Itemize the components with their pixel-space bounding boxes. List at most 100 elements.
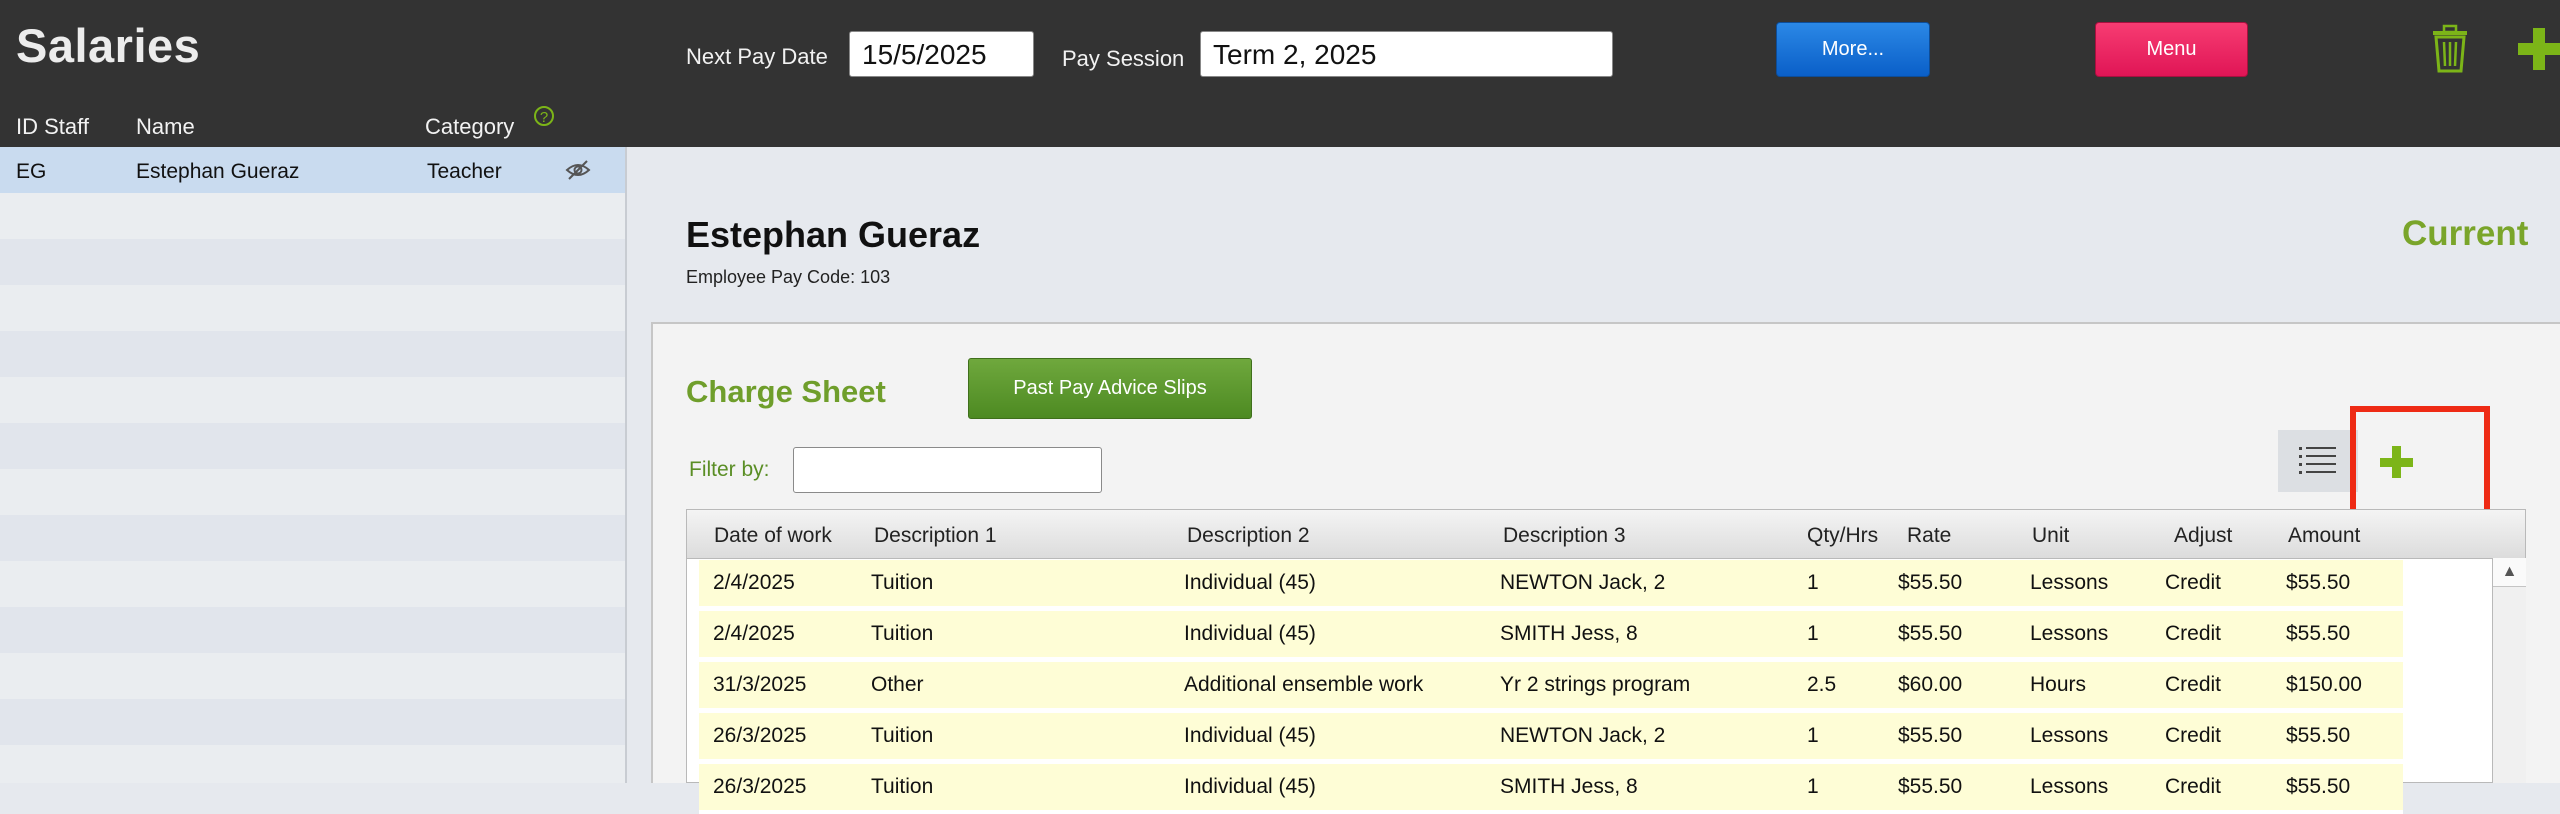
staff-name: Estephan Gueraz xyxy=(136,160,300,183)
cell-date: 26/3/2025 xyxy=(713,775,807,798)
column-header-rate[interactable]: Rate xyxy=(1907,524,1951,548)
empty-row xyxy=(0,193,625,239)
cell-adjust: Credit xyxy=(2165,673,2222,696)
next-pay-date-label: Next Pay Date xyxy=(686,44,828,69)
cell-rate: $55.50 xyxy=(1898,724,1963,747)
empty-row xyxy=(0,331,625,377)
column-header-category[interactable]: Category xyxy=(425,114,514,140)
cell-unit: Lessons xyxy=(2030,775,2109,798)
cell-date: 2/4/2025 xyxy=(713,622,795,645)
cell-qty: 1 xyxy=(1807,775,1819,798)
cell-description-2: Additional ensemble work xyxy=(1184,673,1424,696)
table-row[interactable]: 2/4/2025 Tuition Individual (45) SMITH J… xyxy=(699,611,2403,661)
cell-description-3: SMITH Jess, 8 xyxy=(1500,622,1638,645)
question-icon[interactable]: ? xyxy=(534,106,554,126)
cell-adjust: Credit xyxy=(2165,622,2222,645)
cell-description-3: SMITH Jess, 8 xyxy=(1500,775,1638,798)
cell-adjust: Credit xyxy=(2165,724,2222,747)
cell-unit: Lessons xyxy=(2030,571,2109,594)
more-button[interactable]: More... xyxy=(1776,22,1930,77)
column-header-description-3[interactable]: Description 3 xyxy=(1503,524,1626,548)
cell-qty: 2.5 xyxy=(1807,673,1837,696)
cell-unit: Lessons xyxy=(2030,622,2109,645)
column-header-unit[interactable]: Unit xyxy=(2032,524,2069,548)
cell-rate: $60.00 xyxy=(1898,673,1963,696)
column-header-name[interactable]: Name xyxy=(136,114,195,140)
empty-row xyxy=(0,745,625,791)
employee-pay-code: Employee Pay Code: 103 xyxy=(686,267,891,287)
column-header-date[interactable]: Date of work xyxy=(714,524,832,548)
scroll-up-arrow-icon[interactable]: ▲ xyxy=(2493,558,2526,587)
highlight-box xyxy=(2350,406,2490,516)
cell-description-2: Individual (45) xyxy=(1184,571,1316,594)
cell-amount: $55.50 xyxy=(2286,622,2351,645)
cell-description-3: Yr 2 strings program xyxy=(1500,673,1691,696)
cell-description-1: Tuition xyxy=(871,775,934,798)
employee-status: Current xyxy=(2402,214,2529,253)
empty-row xyxy=(0,699,625,745)
staff-id: EG xyxy=(16,160,47,183)
list-icon xyxy=(2299,447,2336,474)
column-header-qty[interactable]: Qty/Hrs xyxy=(1807,524,1878,548)
employee-name: Estephan Gueraz xyxy=(686,214,981,255)
cell-description-1: Tuition xyxy=(871,571,934,594)
cell-amount: $150.00 xyxy=(2286,673,2362,696)
column-header-adjust[interactable]: Adjust xyxy=(2174,524,2232,548)
menu-button[interactable]: Menu xyxy=(2095,22,2248,77)
cell-qty: 1 xyxy=(1807,724,1819,747)
table-row[interactable]: 2/4/2025 Tuition Individual (45) NEWTON … xyxy=(699,560,2403,610)
empty-row xyxy=(0,239,625,285)
cell-date: 26/3/2025 xyxy=(713,724,807,747)
cell-description-2: Individual (45) xyxy=(1184,775,1316,798)
staff-row[interactable]: EG Estephan Gueraz Teacher xyxy=(0,147,625,193)
cell-description-1: Tuition xyxy=(871,622,934,645)
pay-session-label: Pay Session xyxy=(1062,46,1185,71)
staff-list: EG Estephan Gueraz Teacher xyxy=(0,147,627,783)
empty-row xyxy=(0,285,625,331)
empty-row xyxy=(0,515,625,561)
cell-rate: $55.50 xyxy=(1898,622,1963,645)
table-scrollbar[interactable]: ▲ xyxy=(2492,558,2526,783)
cell-description-2: Individual (45) xyxy=(1184,622,1316,645)
filter-input[interactable] xyxy=(793,447,1102,493)
empty-row xyxy=(0,607,625,653)
cell-amount: $55.50 xyxy=(2286,724,2351,747)
staff-category: Teacher xyxy=(427,160,502,183)
empty-row xyxy=(0,377,625,423)
cell-rate: $55.50 xyxy=(1898,571,1963,594)
cell-unit: Hours xyxy=(2030,673,2087,696)
trash-icon[interactable] xyxy=(2430,24,2470,74)
pay-session-field[interactable]: Term 2, 2025 xyxy=(1200,31,1613,77)
table-row[interactable]: 31/3/2025 Other Additional ensemble work… xyxy=(699,662,2403,712)
empty-row xyxy=(0,561,625,607)
table-row[interactable]: 26/3/2025 Tuition Individual (45) SMITH … xyxy=(699,764,2403,814)
next-pay-date-field[interactable]: 15/5/2025 xyxy=(849,31,1034,77)
cell-date: 2/4/2025 xyxy=(713,571,795,594)
empty-row xyxy=(0,653,625,699)
filter-label: Filter by: xyxy=(689,458,770,481)
eye-slash-icon[interactable] xyxy=(565,159,591,181)
past-pay-advice-slips-button[interactable]: Past Pay Advice Slips xyxy=(968,358,1252,419)
column-header-id-staff[interactable]: ID Staff xyxy=(16,114,89,140)
charge-sheet-table: Date of work Description 1 Description 2… xyxy=(686,509,2526,814)
table-row[interactable]: 26/3/2025 Tuition Individual (45) NEWTON… xyxy=(699,713,2403,763)
add-staff-plus-icon[interactable] xyxy=(2518,28,2560,70)
app-title: Salaries xyxy=(16,19,201,72)
cell-date: 31/3/2025 xyxy=(713,673,807,696)
cell-unit: Lessons xyxy=(2030,724,2109,747)
column-header-description-2[interactable]: Description 2 xyxy=(1187,524,1310,548)
empty-row xyxy=(0,423,625,469)
column-header-description-1[interactable]: Description 1 xyxy=(874,524,997,548)
cell-description-3: NEWTON Jack, 2 xyxy=(1500,571,1666,594)
list-view-button[interactable] xyxy=(2278,430,2358,492)
cell-amount: $55.50 xyxy=(2286,571,2351,594)
cell-qty: 1 xyxy=(1807,571,1819,594)
cell-adjust: Credit xyxy=(2165,571,2222,594)
cell-qty: 1 xyxy=(1807,622,1819,645)
cell-description-1: Other xyxy=(871,673,924,696)
column-header-amount[interactable]: Amount xyxy=(2288,524,2360,548)
charge-sheet-title: Charge Sheet xyxy=(686,374,886,409)
top-bar: Salaries Next Pay Date 15/5/2025 Pay Ses… xyxy=(0,0,2560,147)
empty-row xyxy=(0,469,625,515)
cell-adjust: Credit xyxy=(2165,775,2222,798)
